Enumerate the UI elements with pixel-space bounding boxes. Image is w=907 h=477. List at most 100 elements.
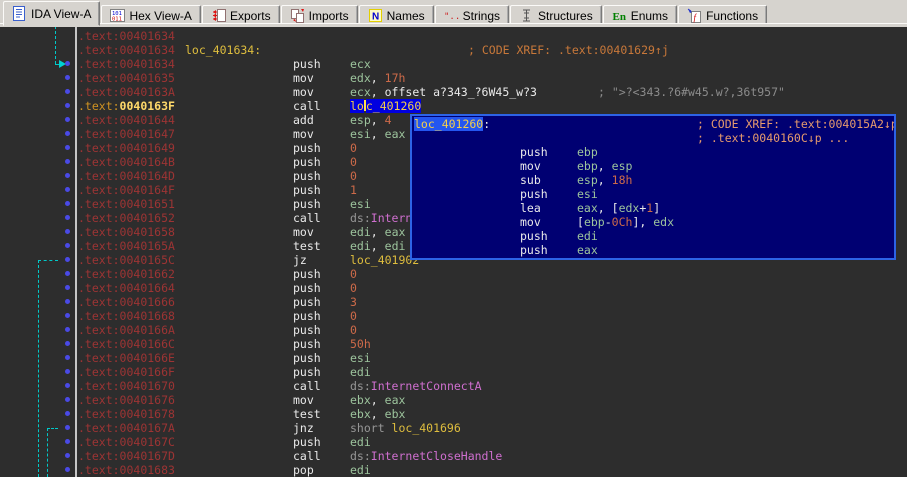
mnemonic[interactable]: call — [293, 449, 350, 463]
mnemonic[interactable]: push — [293, 155, 350, 169]
mnemonic[interactable]: call — [293, 99, 350, 113]
tab-strings[interactable]: "..."Strings — [435, 5, 509, 26]
mnemonic[interactable]: mov — [293, 127, 350, 141]
mnemonic[interactable]: push — [293, 169, 350, 183]
asm-line[interactable]: .text:0040167Cpushedi — [78, 435, 907, 449]
tab-names[interactable]: NNames — [359, 5, 434, 26]
asm-line[interactable]: .text:00401678testebx, ebx — [78, 407, 907, 421]
address[interactable]: .text:0040163A — [78, 85, 293, 99]
import-name[interactable]: InternetConnectA — [371, 379, 482, 393]
address[interactable]: .text:00401666 — [78, 295, 293, 309]
mnemonic[interactable]: push — [293, 337, 350, 351]
tab-structures[interactable]: Structures — [510, 5, 602, 26]
mnemonic[interactable]: pop — [293, 463, 350, 477]
address[interactable]: .text:00401683 — [78, 463, 293, 477]
asm-line[interactable]: .text:00401634pushecx — [78, 57, 907, 71]
address[interactable]: .text:0040166A — [78, 323, 293, 337]
mnemonic[interactable]: mov — [293, 225, 350, 239]
selected-text[interactable]: c_401260 — [366, 99, 421, 113]
mnemonic[interactable]: call — [293, 379, 350, 393]
mnemonic[interactable]: jnz — [293, 421, 350, 435]
mnemonic[interactable]: push — [293, 183, 350, 197]
tab-enums[interactable]: EnEnums — [603, 5, 677, 26]
tab-ida-view-a[interactable]: IDA View-A — [3, 1, 100, 26]
mnemonic[interactable]: push — [293, 57, 350, 71]
asm-line[interactable]: .text:0040163Amovecx, offset a?343_?6W45… — [78, 85, 907, 99]
asm-line[interactable]: .text:00401662push0 — [78, 267, 907, 281]
tab-functions[interactable]: fFunctions — [678, 5, 767, 26]
address[interactable]: .text:00401634 — [78, 29, 293, 43]
mnemonic[interactable]: push — [293, 295, 350, 309]
mnemonic[interactable]: jz — [293, 253, 350, 267]
tab-hex-view-a[interactable]: 101011Hex View-A — [101, 5, 200, 26]
import-name[interactable]: InternetCloseHandle — [371, 449, 503, 463]
address[interactable]: .text:00401647 — [78, 127, 293, 141]
address[interactable]: .text:0040167D — [78, 449, 293, 463]
mnemonic[interactable]: push — [293, 309, 350, 323]
address[interactable]: .text:00401634 — [78, 43, 185, 57]
address[interactable]: .text:00401651 — [78, 197, 293, 211]
asm-line[interactable]: .text:0040166Apush0 — [78, 323, 907, 337]
address[interactable]: .text:00401678 — [78, 407, 293, 421]
asm-line[interactable]: .text:0040167Dcallds:InternetCloseHandle — [78, 449, 907, 463]
address[interactable]: .text:0040164D — [78, 169, 293, 183]
tab-exports[interactable]: Exports — [202, 5, 280, 26]
asm-line[interactable]: .text:00401635movedx, 17h — [78, 71, 907, 85]
mnemonic[interactable]: add — [293, 113, 350, 127]
asm-line[interactable]: .text:0040167Ajnzshort loc_401696 — [78, 421, 907, 435]
mnemonic[interactable]: push — [293, 267, 350, 281]
tab-imports[interactable]: Imports — [281, 5, 358, 26]
address[interactable]: .text:00401676 — [78, 393, 293, 407]
mnemonic[interactable]: push — [293, 141, 350, 155]
address[interactable]: .text:00401658 — [78, 225, 293, 239]
mnemonic[interactable]: push — [293, 281, 350, 295]
asm-line[interactable]: .text:00401676movebx, eax — [78, 393, 907, 407]
address[interactable]: .text:00401652 — [78, 211, 293, 225]
mnemonic[interactable]: mov — [293, 85, 350, 99]
code-label[interactable]: loc_401634: — [185, 43, 261, 57]
address[interactable]: .text:00401664 — [78, 281, 293, 295]
address[interactable]: .text:0040166C — [78, 337, 293, 351]
disassembly-view[interactable]: .text:00401634.text:00401634loc_401634:;… — [0, 26, 907, 477]
mnemonic[interactable]: push — [293, 435, 350, 449]
address[interactable]: .text:0040166F — [78, 365, 293, 379]
address[interactable]: .text:00401644 — [78, 113, 293, 127]
address[interactable]: .text:0040163F — [78, 99, 293, 113]
asm-line[interactable]: .text:00401634loc_401634:; CODE XREF: .t… — [78, 43, 907, 57]
address[interactable]: .text:0040165C — [78, 253, 293, 267]
asm-line[interactable]: .text:00401670callds:InternetConnectA — [78, 379, 907, 393]
address[interactable]: .text:00401635 — [78, 71, 293, 85]
address[interactable]: .text:0040165A — [78, 239, 293, 253]
asm-line[interactable]: .text:0040166Cpush50h — [78, 337, 907, 351]
address[interactable]: .text:0040167C — [78, 435, 293, 449]
asm-line-current[interactable]: .text:0040163Fcallloc_401260 — [78, 99, 907, 113]
address[interactable]: .text:0040164B — [78, 155, 293, 169]
asm-line[interactable]: .text:00401664push0 — [78, 281, 907, 295]
mnemonic[interactable]: call — [293, 211, 350, 225]
address[interactable]: .text:0040164F — [78, 183, 293, 197]
mnemonic[interactable]: push — [293, 323, 350, 337]
mnemonic[interactable]: mov — [293, 393, 350, 407]
address[interactable]: .text:00401668 — [78, 309, 293, 323]
mnemonic[interactable]: test — [293, 407, 350, 421]
mnemonic[interactable]: push — [293, 351, 350, 365]
address[interactable]: .text:0040167A — [78, 421, 293, 435]
asm-line[interactable]: .text:00401666push3 — [78, 295, 907, 309]
address[interactable]: .text:00401670 — [78, 379, 293, 393]
asm-line[interactable]: .text:0040166Epushesi — [78, 351, 907, 365]
code-label-ref[interactable]: loc_401696 — [392, 421, 461, 435]
asm-line[interactable]: .text:00401668push0 — [78, 309, 907, 323]
address[interactable]: .text:0040166E — [78, 351, 293, 365]
selected-text[interactable]: lo — [350, 99, 364, 113]
mnemonic[interactable]: test — [293, 239, 350, 253]
mnemonic[interactable]: push — [293, 365, 350, 379]
code-label-ref[interactable]: loc_401902 — [350, 253, 419, 267]
asm-line[interactable]: .text:00401634 — [78, 29, 907, 43]
mnemonic[interactable]: push — [293, 197, 350, 211]
address[interactable]: .text:00401634 — [78, 57, 293, 71]
asm-line[interactable]: .text:00401683popedi — [78, 463, 907, 477]
asm-line[interactable]: .text:0040166Fpushedi — [78, 365, 907, 379]
mnemonic[interactable]: mov — [293, 71, 350, 85]
address[interactable]: .text:00401662 — [78, 267, 293, 281]
address[interactable]: .text:00401649 — [78, 141, 293, 155]
